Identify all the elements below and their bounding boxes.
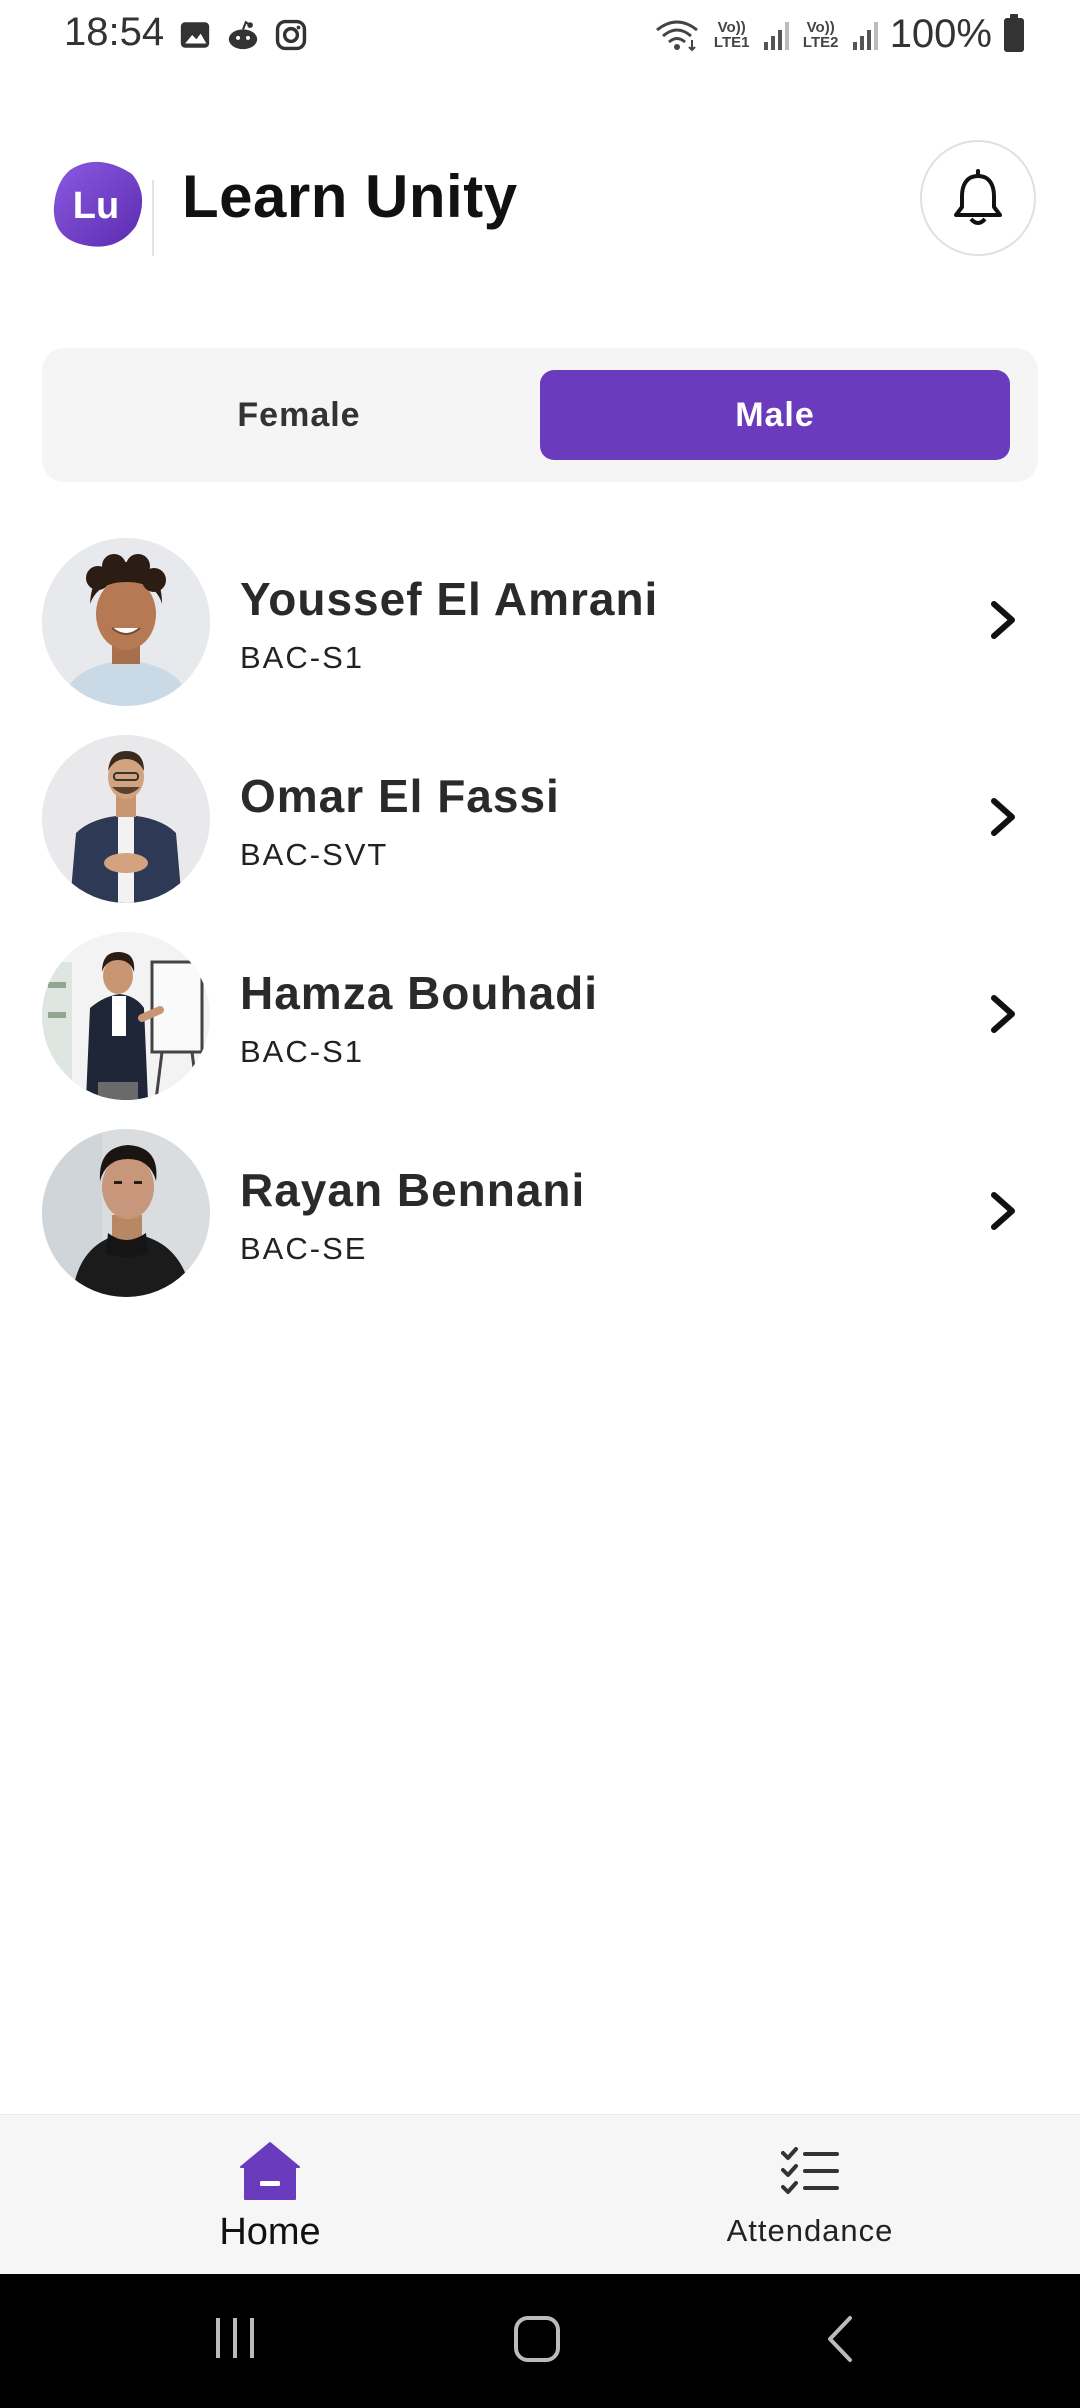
checklist-icon [781,2147,839,2194]
student-class: BAC-S1 [240,640,364,675]
back-icon[interactable] [822,2314,858,2364]
bell-icon [954,169,1002,225]
signal-icon [763,20,789,50]
home-system-icon[interactable] [512,2314,562,2364]
gallery-icon [180,22,210,48]
gender-segment: Female Male [42,348,1038,482]
list-item[interactable]: Rayan Bennani BAC-SE [0,1125,1080,1305]
app-title: Learn Unity [182,163,518,230]
nav-home-label: Home [219,2211,321,2253]
app-header: Lu Learn Unity [0,140,1080,260]
student-class: BAC-SVT [240,837,389,872]
app-logo: Lu [53,161,143,247]
avatar [42,932,210,1100]
sim1-label: Vo)) LTE1 [713,18,750,51]
nav-attendance[interactable]: Attendance [700,2115,920,2275]
student-name: Omar El Fassi [240,770,560,822]
bottom-nav: Home Attendance [0,2114,1080,2274]
tab-male[interactable]: Male [540,370,1010,460]
student-class: BAC-SE [240,1231,368,1266]
nav-home[interactable]: Home [170,2115,370,2275]
chevron-right-icon [991,995,1015,1033]
notifications-button[interactable] [920,140,1036,256]
chevron-right-icon [991,1192,1015,1230]
signal-icon [852,20,878,50]
student-class: BAC-S1 [240,1034,364,1069]
recent-apps-icon[interactable] [212,2314,258,2362]
student-name: Hamza Bouhadi [240,967,599,1019]
list-item[interactable]: Omar El Fassi BAC-SVT [0,731,1080,911]
tab-female[interactable]: Female [64,370,534,460]
status-right: Vo)) LTE1 Vo)) LTE2 100% [654,12,1024,57]
wifi-icon [655,20,698,51]
battery-icon [1004,13,1024,52]
notification-icons [178,18,308,52]
system-nav-bar [0,2274,1080,2408]
home-icon [240,2142,300,2200]
chevron-right-icon [991,601,1015,639]
reddit-icon [228,20,258,50]
list-item[interactable]: Youssef El Amrani BAC-S1 [0,534,1080,714]
avatar [42,1129,210,1297]
instagram-icon [275,19,307,51]
student-name: Rayan Bennani [240,1164,586,1216]
logo-divider [152,180,154,256]
status-time: 18:54 [64,10,165,54]
battery-percent: 100% [889,12,992,56]
avatar [42,735,210,903]
avatar [42,538,210,706]
sim2-label: Vo)) LTE2 [802,18,839,51]
status-bar: 18:54 Vo)) LTE1 Vo)) LTE2 100% [0,0,1080,72]
chevron-right-icon [991,798,1015,836]
student-name: Youssef El Amrani [240,573,659,625]
svg-text:Lu: Lu [73,185,119,227]
list-item[interactable]: Hamza Bouhadi BAC-S1 [0,928,1080,1108]
nav-attendance-label: Attendance [726,2213,894,2248]
